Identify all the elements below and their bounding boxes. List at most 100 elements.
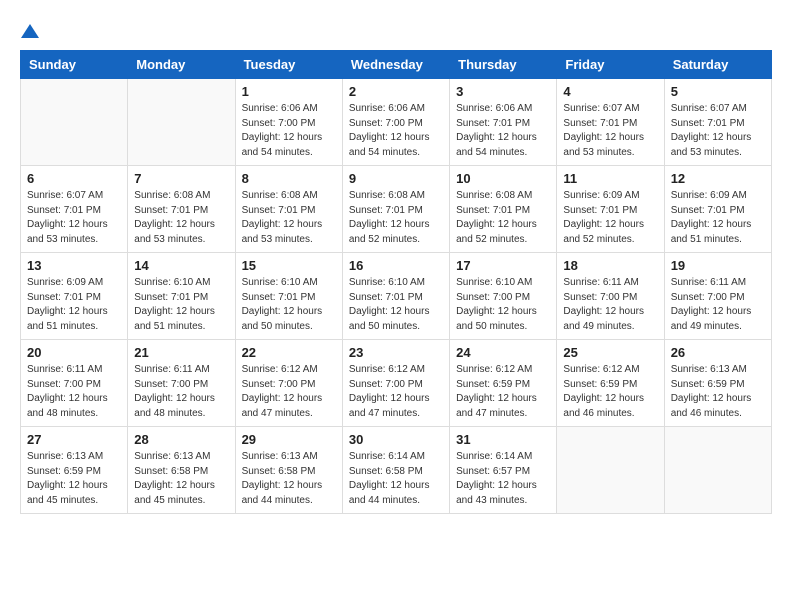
day-info: Sunrise: 6:06 AM Sunset: 7:01 PM Dayligh… <box>456 102 550 160</box>
calendar-cell: 9Sunrise: 6:08 AM Sunset: 7:01 PM Daylig… <box>342 166 449 253</box>
day-number: 5 <box>671 84 765 99</box>
day-number: 28 <box>134 432 228 447</box>
logo-text <box>20 20 40 40</box>
calendar-cell: 2 Sunrise: 6:06 AM Sunset: 7:00 PM Daylig… <box>342 79 449 166</box>
day-info: Sunrise: 6:09 AM Sunset: 7:01 PM Dayligh… <box>671 189 765 247</box>
logo-icon <box>21 22 39 40</box>
day-info: Sunrise: 6:09 AM Sunset: 7:01 PM Dayligh… <box>563 189 657 247</box>
calendar-cell: 28Sunrise: 6:13 AM Sunset: 6:58 PM Dayli… <box>128 427 235 514</box>
day-info: Sunrise: 6:11 AM Sunset: 7:00 PM Dayligh… <box>27 363 121 421</box>
day-number: 26 <box>671 345 765 360</box>
day-number: 18 <box>563 258 657 273</box>
day-info: Sunrise: 6:13 AM Sunset: 6:58 PM Dayligh… <box>242 450 336 508</box>
calendar-week-row: 6Sunrise: 6:07 AM Sunset: 7:01 PM Daylig… <box>21 166 772 253</box>
calendar-cell: 23 Sunrise: 6:12 AM Sunset: 7:00 PM Dayli… <box>342 340 449 427</box>
day-info: Sunrise: 6:11 AM Sunset: 7:00 PM Dayligh… <box>563 276 657 334</box>
calendar-cell: 10Sunrise: 6:08 AM Sunset: 7:01 PM Dayli… <box>450 166 557 253</box>
day-info: Sunrise: 6:07 AM Sunset: 7:01 PM Dayligh… <box>671 102 765 160</box>
logo <box>20 20 40 40</box>
calendar-cell: 6Sunrise: 6:07 AM Sunset: 7:01 PM Daylig… <box>21 166 128 253</box>
column-header-thursday: Thursday <box>450 51 557 79</box>
day-info: Sunrise: 6:11 AM Sunset: 7:00 PM Dayligh… <box>134 363 228 421</box>
day-info: Sunrise: 6:07 AM Sunset: 7:01 PM Dayligh… <box>563 102 657 160</box>
calendar-cell: 24 Sunrise: 6:12 AM Sunset: 6:59 PM Dayli… <box>450 340 557 427</box>
calendar-cell: 5 Sunrise: 6:07 AM Sunset: 7:01 PM Daylig… <box>664 79 771 166</box>
day-number: 15 <box>242 258 336 273</box>
calendar-cell: 22 Sunrise: 6:12 AM Sunset: 7:00 PM Dayli… <box>235 340 342 427</box>
day-info: Sunrise: 6:14 AM Sunset: 6:57 PM Dayligh… <box>456 450 550 508</box>
calendar-header-row: SundayMondayTuesdayWednesdayThursdayFrid… <box>21 51 772 79</box>
column-header-tuesday: Tuesday <box>235 51 342 79</box>
calendar-cell: 4 Sunrise: 6:07 AM Sunset: 7:01 PM Daylig… <box>557 79 664 166</box>
day-info: Sunrise: 6:06 AM Sunset: 7:00 PM Dayligh… <box>349 102 443 160</box>
page-header <box>20 20 772 40</box>
calendar-week-row: 20 Sunrise: 6:11 AM Sunset: 7:00 PM Dayli… <box>21 340 772 427</box>
column-header-friday: Friday <box>557 51 664 79</box>
day-info: Sunrise: 6:12 AM Sunset: 6:59 PM Dayligh… <box>563 363 657 421</box>
column-header-sunday: Sunday <box>21 51 128 79</box>
day-number: 31 <box>456 432 550 447</box>
calendar-cell: 14 Sunrise: 6:10 AM Sunset: 7:01 PM Dayli… <box>128 253 235 340</box>
day-info: Sunrise: 6:13 AM Sunset: 6:59 PM Dayligh… <box>27 450 121 508</box>
day-number: 8 <box>242 171 336 186</box>
day-info: Sunrise: 6:07 AM Sunset: 7:01 PM Dayligh… <box>27 189 121 247</box>
calendar-cell: 29 Sunrise: 6:13 AM Sunset: 6:58 PM Dayli… <box>235 427 342 514</box>
calendar-cell <box>557 427 664 514</box>
calendar-cell: 18 Sunrise: 6:11 AM Sunset: 7:00 PM Dayli… <box>557 253 664 340</box>
calendar-cell: 25 Sunrise: 6:12 AM Sunset: 6:59 PM Dayli… <box>557 340 664 427</box>
calendar-week-row: 1 Sunrise: 6:06 AM Sunset: 7:00 PM Daylig… <box>21 79 772 166</box>
day-info: Sunrise: 6:12 AM Sunset: 7:00 PM Dayligh… <box>349 363 443 421</box>
day-number: 12 <box>671 171 765 186</box>
calendar-cell: 12 Sunrise: 6:09 AM Sunset: 7:01 PM Dayli… <box>664 166 771 253</box>
calendar-table: SundayMondayTuesdayWednesdayThursdayFrid… <box>20 50 772 514</box>
day-info: Sunrise: 6:10 AM Sunset: 7:01 PM Dayligh… <box>134 276 228 334</box>
day-number: 3 <box>456 84 550 99</box>
day-info: Sunrise: 6:12 AM Sunset: 7:00 PM Dayligh… <box>242 363 336 421</box>
calendar-cell: 20 Sunrise: 6:11 AM Sunset: 7:00 PM Dayli… <box>21 340 128 427</box>
day-number: 17 <box>456 258 550 273</box>
calendar-cell: 16Sunrise: 6:10 AM Sunset: 7:01 PM Dayli… <box>342 253 449 340</box>
calendar-cell: 30 Sunrise: 6:14 AM Sunset: 6:58 PM Dayli… <box>342 427 449 514</box>
day-number: 10 <box>456 171 550 186</box>
day-info: Sunrise: 6:08 AM Sunset: 7:01 PM Dayligh… <box>242 189 336 247</box>
calendar-cell: 15 Sunrise: 6:10 AM Sunset: 7:01 PM Dayli… <box>235 253 342 340</box>
day-number: 2 <box>349 84 443 99</box>
day-number: 20 <box>27 345 121 360</box>
column-header-monday: Monday <box>128 51 235 79</box>
calendar-cell: 1 Sunrise: 6:06 AM Sunset: 7:00 PM Daylig… <box>235 79 342 166</box>
calendar-week-row: 27 Sunrise: 6:13 AM Sunset: 6:59 PM Dayli… <box>21 427 772 514</box>
calendar-cell: 19 Sunrise: 6:11 AM Sunset: 7:00 PM Dayli… <box>664 253 771 340</box>
calendar-cell <box>21 79 128 166</box>
day-info: Sunrise: 6:08 AM Sunset: 7:01 PM Dayligh… <box>134 189 228 247</box>
day-info: Sunrise: 6:11 AM Sunset: 7:00 PM Dayligh… <box>671 276 765 334</box>
day-number: 7 <box>134 171 228 186</box>
column-header-saturday: Saturday <box>664 51 771 79</box>
calendar-cell: 13 Sunrise: 6:09 AM Sunset: 7:01 PM Dayli… <box>21 253 128 340</box>
day-number: 23 <box>349 345 443 360</box>
day-number: 19 <box>671 258 765 273</box>
day-number: 22 <box>242 345 336 360</box>
day-info: Sunrise: 6:09 AM Sunset: 7:01 PM Dayligh… <box>27 276 121 334</box>
day-number: 9 <box>349 171 443 186</box>
calendar-cell: 31 Sunrise: 6:14 AM Sunset: 6:57 PM Dayli… <box>450 427 557 514</box>
day-number: 14 <box>134 258 228 273</box>
day-number: 25 <box>563 345 657 360</box>
day-number: 1 <box>242 84 336 99</box>
day-number: 13 <box>27 258 121 273</box>
calendar-cell: 8 Sunrise: 6:08 AM Sunset: 7:01 PM Daylig… <box>235 166 342 253</box>
calendar-cell <box>128 79 235 166</box>
day-info: Sunrise: 6:10 AM Sunset: 7:01 PM Dayligh… <box>349 276 443 334</box>
day-number: 27 <box>27 432 121 447</box>
day-info: Sunrise: 6:10 AM Sunset: 7:01 PM Dayligh… <box>242 276 336 334</box>
day-number: 24 <box>456 345 550 360</box>
calendar-cell <box>664 427 771 514</box>
day-number: 30 <box>349 432 443 447</box>
day-number: 21 <box>134 345 228 360</box>
day-info: Sunrise: 6:06 AM Sunset: 7:00 PM Dayligh… <box>242 102 336 160</box>
day-number: 29 <box>242 432 336 447</box>
day-number: 4 <box>563 84 657 99</box>
day-info: Sunrise: 6:12 AM Sunset: 6:59 PM Dayligh… <box>456 363 550 421</box>
day-info: Sunrise: 6:13 AM Sunset: 6:59 PM Dayligh… <box>671 363 765 421</box>
day-number: 11 <box>563 171 657 186</box>
day-info: Sunrise: 6:14 AM Sunset: 6:58 PM Dayligh… <box>349 450 443 508</box>
